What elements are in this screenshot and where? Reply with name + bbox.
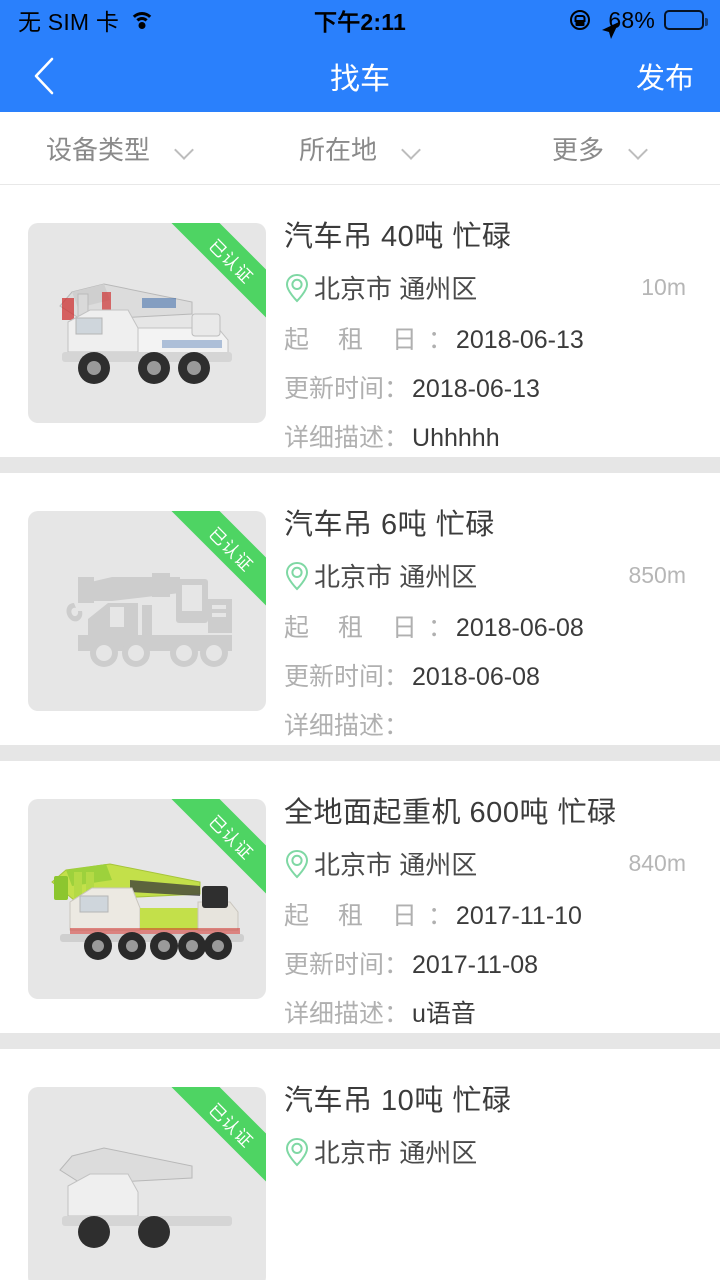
description-value: Uhhhhh <box>412 424 500 452</box>
listing-info: 汽车吊 6吨 忙碌 北京市 通州区 850m 起 租 日 ： 2018-06-0… <box>266 497 690 745</box>
rent-date-value: 2018-06-08 <box>455 614 584 642</box>
filter-bar: 设备类型 所在地 更多 <box>0 112 720 185</box>
listing-location-row: 北京市 通州区 840m <box>284 845 690 882</box>
listing-rent-date-row: 起 租 日 ： 2017-11-10 <box>284 896 690 932</box>
listing-location: 北京市 通州区 <box>314 1138 478 1168</box>
list-item[interactable]: 已认证 全地面起重机 600吨 忙碌 北京市 通州区 840m 起 租 日 ： … <box>0 761 720 1033</box>
update-time-label: 更新时间 <box>284 663 385 691</box>
listing-thumbnail[interactable]: 已认证 <box>28 511 266 711</box>
listing-title: 汽车吊 6吨 忙碌 <box>284 509 495 541</box>
rent-date-value: 2018-06-13 <box>455 326 584 354</box>
listing-update-time-row: 更新时间 ： 2018-06-08 <box>284 657 690 693</box>
rotation-lock-icon <box>570 10 591 30</box>
listing-description-row: 详细描述 ： u语音 <box>284 994 690 1030</box>
update-time-label: 更新时间 <box>284 951 385 979</box>
listing-description-row: 详细描述 ： <box>284 706 690 742</box>
filter-label: 设备类型 <box>45 134 150 165</box>
update-time-value: 2017-11-08 <box>412 951 539 979</box>
listing-thumbnail[interactable]: 已认证 <box>28 1087 266 1280</box>
battery-percent-label: 68% <box>608 6 655 33</box>
colon: ： <box>384 424 410 452</box>
description-label: 详细描述 <box>284 712 385 740</box>
filter-location[interactable]: 所在地 <box>240 130 480 167</box>
colon: ： <box>427 614 453 642</box>
listing-list[interactable]: 已认证 汽车吊 40吨 忙碌 北京市 通州区 10m 起 租 日 ： 2018-… <box>0 185 720 1280</box>
listing-update-time-row: 更新时间 ： 2017-11-08 <box>284 945 690 981</box>
listing-description-row: 详细描述 ： Uhhhhh <box>284 418 690 454</box>
update-time-label: 更新时间 <box>284 375 385 403</box>
rent-date-value: 2017-11-10 <box>455 902 582 930</box>
listing-info: 汽车吊 10吨 忙碌 北京市 通州区 <box>266 1073 690 1280</box>
listing-info: 全地面起重机 600吨 忙碌 北京市 通州区 840m 起 租 日 ： 2017… <box>266 785 690 1033</box>
list-separator <box>0 457 720 473</box>
battery-icon <box>664 10 708 30</box>
location-pin-icon <box>284 561 310 591</box>
chevron-down-icon <box>403 143 421 154</box>
colon: ： <box>384 1000 410 1028</box>
listing-info: 汽车吊 40吨 忙碌 北京市 通州区 10m 起 租 日 ： 2018-06-1… <box>266 209 690 457</box>
filter-label: 更多 <box>551 134 604 165</box>
colon: ： <box>427 902 453 930</box>
rent-date-label: 起 租 日 <box>284 326 428 354</box>
filter-equipment-type[interactable]: 设备类型 <box>0 130 240 167</box>
colon: ： <box>384 951 410 979</box>
list-separator <box>0 1033 720 1049</box>
listing-title: 汽车吊 40吨 忙碌 <box>284 221 512 253</box>
description-label: 详细描述 <box>284 424 385 452</box>
listing-location-row: 北京市 通州区 10m <box>284 269 690 306</box>
filter-more[interactable]: 更多 <box>480 130 720 167</box>
location-pin-icon <box>284 849 310 879</box>
description-label: 详细描述 <box>284 1000 385 1028</box>
listing-location-row: 北京市 通州区 <box>284 1133 690 1170</box>
colon: ： <box>427 326 453 354</box>
chevron-down-icon <box>176 143 194 154</box>
description-value: u语音 <box>412 1000 476 1028</box>
listing-location: 北京市 通州区 <box>314 562 478 592</box>
list-item[interactable]: 已认证 汽车吊 6吨 忙碌 北京市 通州区 850m 起 租 日 ： 2018-… <box>0 473 720 745</box>
page-title: 找车 <box>330 63 390 96</box>
listing-distance: 10m <box>641 274 686 300</box>
listing-distance: 840m <box>628 850 686 876</box>
status-bar-right: 68% <box>570 6 708 39</box>
listing-update-time-row: 更新时间 ： 2018-06-13 <box>284 369 690 405</box>
rent-date-label: 起 租 日 <box>284 902 428 930</box>
listing-distance: 850m <box>628 562 686 588</box>
filter-label: 所在地 <box>298 134 377 165</box>
listing-location: 北京市 通州区 <box>314 274 478 304</box>
list-item[interactable]: 已认证 汽车吊 40吨 忙碌 北京市 通州区 10m 起 租 日 ： 2018-… <box>0 185 720 457</box>
listing-thumbnail[interactable]: 已认证 <box>28 799 266 999</box>
location-pin-icon <box>284 1137 310 1167</box>
list-item[interactable]: 已认证 汽车吊 10吨 忙碌 北京市 通州区 <box>0 1049 720 1280</box>
update-time-value: 2018-06-08 <box>412 663 540 691</box>
listing-rent-date-row: 起 租 日 ： 2018-06-13 <box>284 320 690 356</box>
listing-title: 汽车吊 10吨 忙碌 <box>284 1085 512 1117</box>
publish-button[interactable]: 发布 <box>636 55 694 97</box>
colon: ： <box>384 375 410 403</box>
listing-location: 北京市 通州区 <box>314 850 478 880</box>
colon: ： <box>384 663 410 691</box>
listing-title: 全地面起重机 600吨 忙碌 <box>284 797 617 829</box>
location-pin-icon <box>284 273 310 303</box>
listing-location-row: 北京市 通州区 850m <box>284 557 690 594</box>
navigation-bar: 找车 发布 <box>0 40 720 112</box>
status-bar: 无 SIM 卡 下午2:11 68% <box>0 0 720 40</box>
chevron-down-icon <box>630 143 648 154</box>
list-separator <box>0 745 720 761</box>
listing-thumbnail[interactable]: 已认证 <box>28 223 266 423</box>
colon: ： <box>384 712 410 740</box>
app-screen: 无 SIM 卡 下午2:11 68% 找车 发布 设备类型 所在地 更多 已认证… <box>0 0 720 1280</box>
listing-rent-date-row: 起 租 日 ： 2018-06-08 <box>284 608 690 644</box>
update-time-value: 2018-06-13 <box>412 375 540 403</box>
rent-date-label: 起 租 日 <box>284 614 428 642</box>
